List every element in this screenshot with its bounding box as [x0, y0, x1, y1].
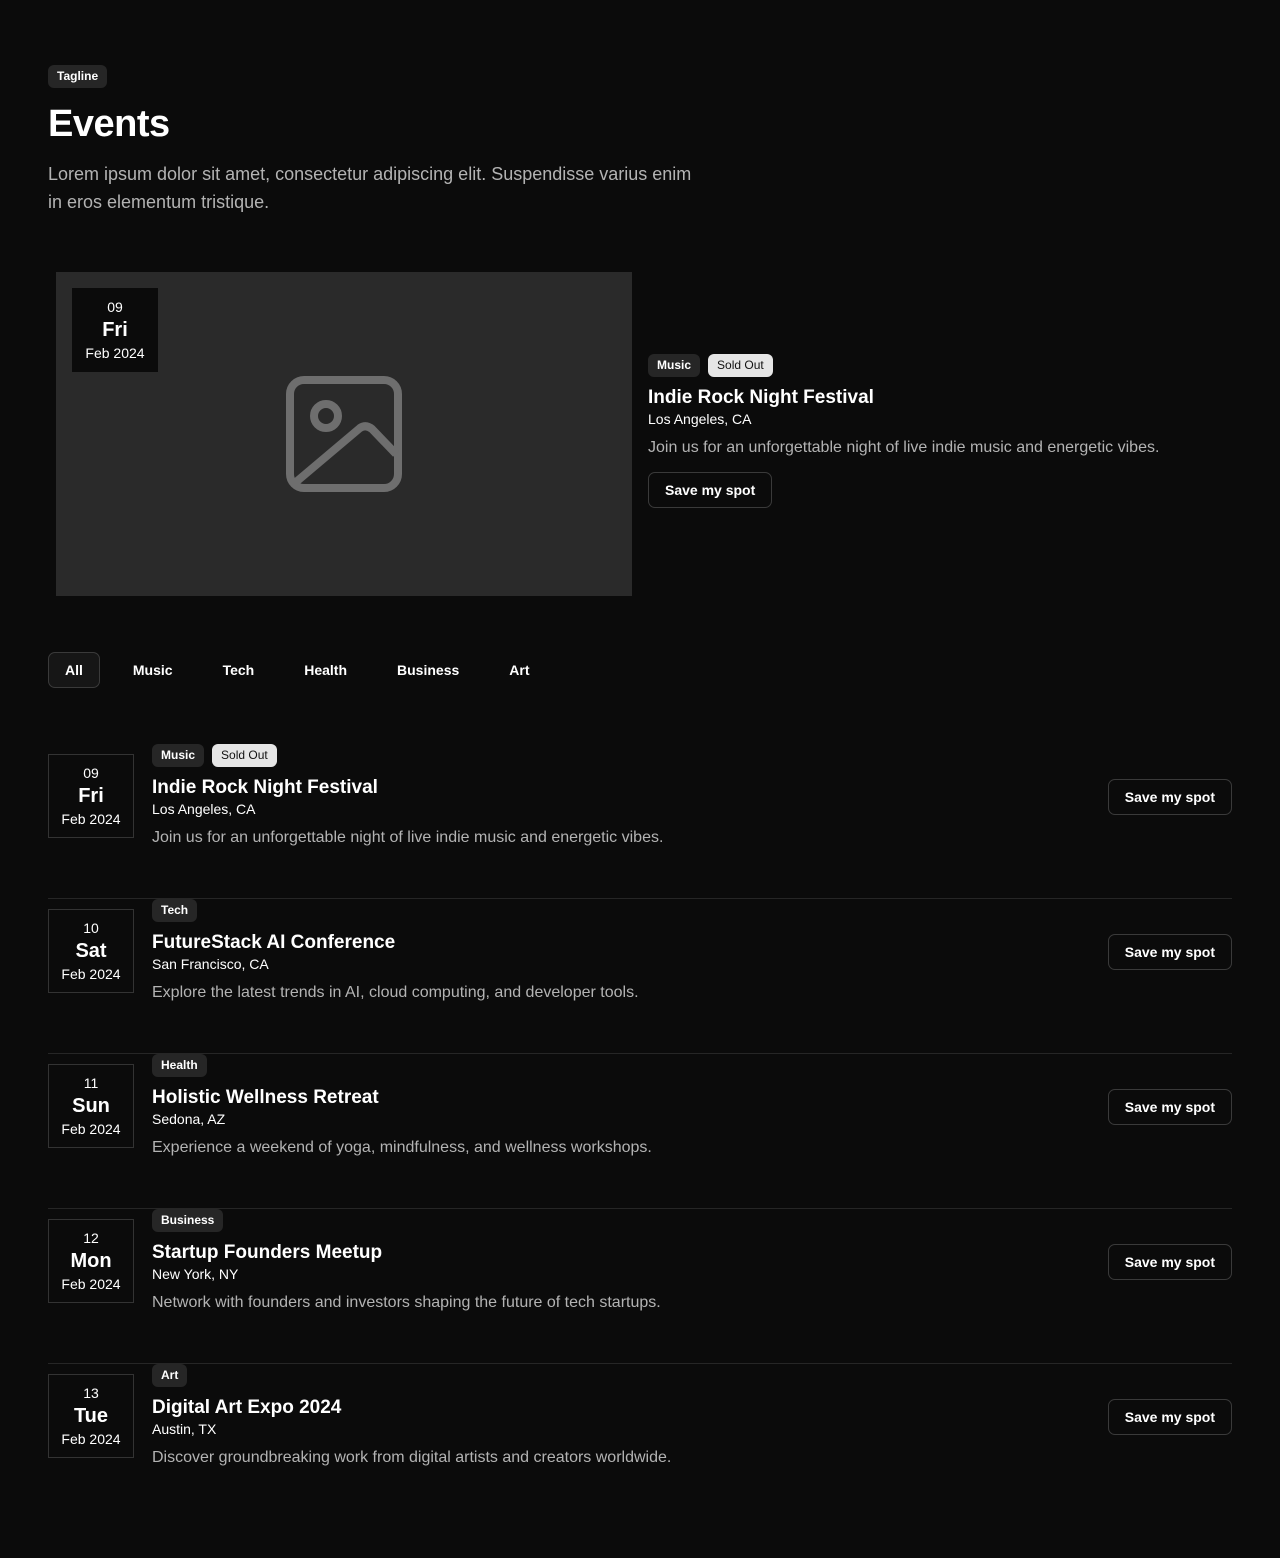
date-day: 09 — [107, 299, 123, 315]
event-info: Art Digital Art Expo 2024 Austin, TX Dis… — [152, 1364, 1052, 1470]
date-day: 09 — [83, 765, 99, 781]
category-filter-tabs: All Music Tech Health Business Art — [48, 652, 563, 688]
event-location: Sedona, AZ — [152, 1111, 226, 1127]
event-title[interactable]: Startup Founders Meetup — [152, 1241, 1052, 1265]
event-info: Tech FutureStack AI Conference San Franc… — [152, 899, 1052, 1005]
date-box: 12 Mon Feb 2024 — [48, 1219, 134, 1303]
event-row: 12 Mon Feb 2024 Business Startup Founder… — [48, 1209, 1232, 1364]
date-month-year: Feb 2024 — [61, 1121, 121, 1137]
featured-date-box: 09 Fri Feb 2024 — [72, 288, 158, 372]
event-title[interactable]: FutureStack AI Conference — [152, 931, 1052, 955]
tab-all[interactable]: All — [48, 652, 100, 688]
date-month-year: Feb 2024 — [61, 966, 121, 982]
event-location: Los Angeles, CA — [152, 801, 256, 817]
date-day: 13 — [83, 1385, 99, 1401]
event-info: Music Sold Out Indie Rock Night Festival… — [152, 744, 1052, 850]
event-badges: Health — [152, 1054, 1052, 1077]
event-badges: Art — [152, 1364, 1052, 1387]
tab-music[interactable]: Music — [116, 652, 190, 688]
date-box: 13 Tue Feb 2024 — [48, 1374, 134, 1458]
event-info: Business Startup Founders Meetup New Yor… — [152, 1209, 1052, 1315]
status-badge: Sold Out — [708, 354, 773, 377]
save-spot-button[interactable]: Save my spot — [648, 472, 773, 508]
featured-badges: Music Sold Out — [648, 354, 1238, 377]
category-badge: Tech — [152, 899, 198, 922]
save-spot-button[interactable]: Save my spot — [1107, 1244, 1232, 1280]
event-location: New York, NY — [152, 1266, 239, 1282]
event-location: San Francisco, CA — [152, 956, 269, 972]
event-description: Explore the latest trends in AI, cloud c… — [152, 984, 639, 1001]
tagline-badge: Tagline — [48, 65, 108, 88]
event-description: Network with founders and investors shap… — [152, 1294, 661, 1311]
save-spot-button[interactable]: Save my spot — [1107, 1089, 1232, 1125]
event-info: Health Holistic Wellness Retreat Sedona,… — [152, 1054, 1052, 1160]
date-weekday: Fri — [102, 319, 128, 341]
date-month-year: Feb 2024 — [61, 1276, 121, 1292]
category-badge: Music — [152, 744, 205, 767]
date-month-year: Feb 2024 — [61, 1431, 121, 1447]
intro-text: Lorem ipsum dolor sit amet, consectetur … — [48, 164, 692, 212]
event-row: 11 Sun Feb 2024 Health Holistic Wellness… — [48, 1054, 1232, 1209]
category-badge: Art — [152, 1364, 188, 1387]
date-box: 11 Sun Feb 2024 — [48, 1064, 134, 1148]
event-location: Austin, TX — [152, 1421, 217, 1437]
date-day: 10 — [83, 920, 99, 936]
image-placeholder-icon — [286, 376, 402, 492]
event-list: 09 Fri Feb 2024 Music Sold Out Indie Roc… — [48, 744, 1232, 1519]
save-spot-button[interactable]: Save my spot — [1107, 934, 1232, 970]
featured-event-image: 09 Fri Feb 2024 — [56, 272, 632, 596]
event-badges: Business — [152, 1209, 1052, 1232]
event-title[interactable]: Indie Rock Night Festival — [152, 776, 1052, 800]
tab-business[interactable]: Business — [380, 652, 476, 688]
event-description: Join us for an unforgettable night of li… — [648, 439, 1160, 456]
event-badges: Tech — [152, 899, 1052, 922]
tab-art[interactable]: Art — [492, 652, 546, 688]
event-description: Experience a weekend of yoga, mindfulnes… — [152, 1139, 652, 1156]
date-weekday: Sun — [72, 1095, 110, 1117]
event-title[interactable]: Holistic Wellness Retreat — [152, 1086, 1052, 1110]
tab-tech[interactable]: Tech — [206, 652, 272, 688]
event-description: Discover groundbreaking work from digita… — [152, 1449, 672, 1466]
date-month-year: Feb 2024 — [85, 345, 145, 361]
date-day: 12 — [83, 1230, 99, 1246]
category-badge: Business — [152, 1209, 224, 1232]
tab-health[interactable]: Health — [287, 652, 364, 688]
date-box: 09 Fri Feb 2024 — [48, 754, 134, 838]
date-month-year: Feb 2024 — [61, 811, 121, 827]
event-location: Los Angeles, CA — [648, 411, 752, 427]
status-badge: Sold Out — [212, 744, 277, 767]
date-box: 10 Sat Feb 2024 — [48, 909, 134, 993]
event-title[interactable]: Indie Rock Night Festival — [648, 386, 1238, 410]
category-badge: Health — [152, 1054, 207, 1077]
date-weekday: Mon — [70, 1250, 112, 1272]
event-row: 13 Tue Feb 2024 Art Digital Art Expo 202… — [48, 1364, 1232, 1519]
event-row: 10 Sat Feb 2024 Tech FutureStack AI Conf… — [48, 899, 1232, 1054]
event-row: 09 Fri Feb 2024 Music Sold Out Indie Roc… — [48, 744, 1232, 899]
date-weekday: Tue — [73, 1405, 109, 1427]
category-badge: Music — [648, 354, 701, 377]
event-badges: Music Sold Out — [152, 744, 1052, 767]
date-weekday: Fri — [78, 785, 104, 807]
date-day: 11 — [83, 1075, 99, 1091]
save-spot-button[interactable]: Save my spot — [1107, 1399, 1232, 1435]
event-title[interactable]: Digital Art Expo 2024 — [152, 1396, 1052, 1420]
save-spot-button[interactable]: Save my spot — [1107, 779, 1232, 815]
date-weekday: Sat — [75, 940, 107, 962]
event-description: Join us for an unforgettable night of li… — [152, 829, 664, 846]
page-title: Events — [48, 103, 170, 145]
featured-event-info: Music Sold Out Indie Rock Night Festival… — [648, 354, 1238, 508]
